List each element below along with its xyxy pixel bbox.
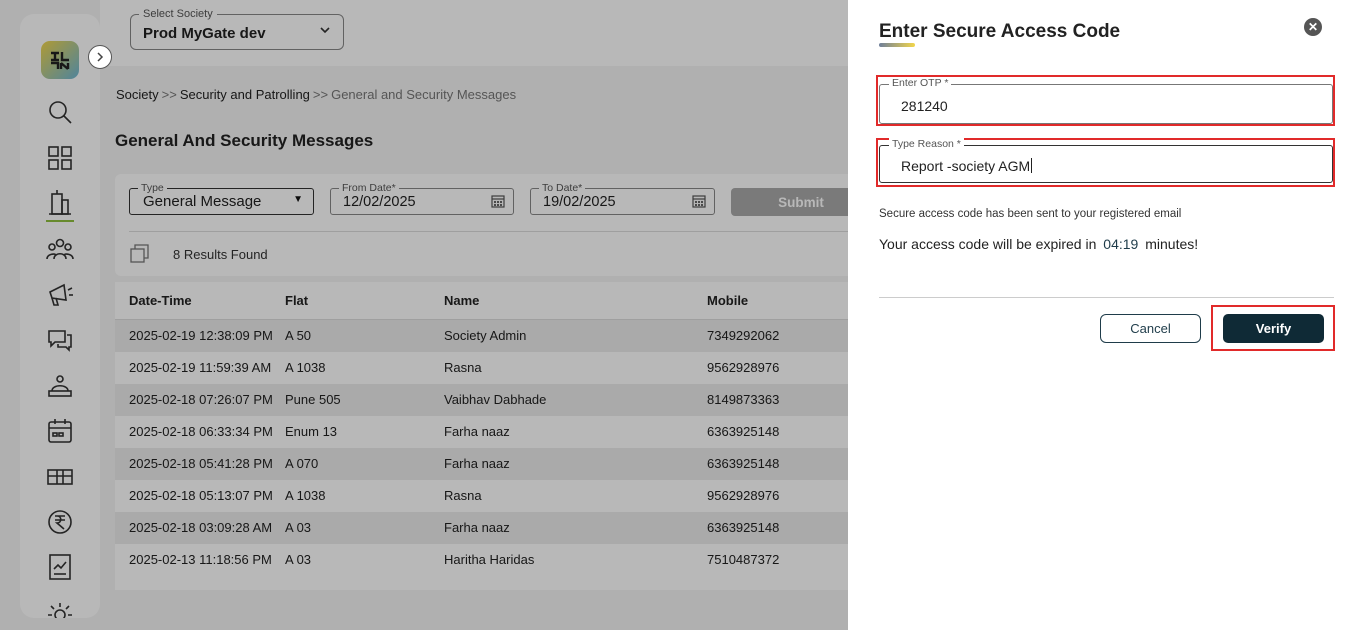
cancel-button[interactable]: Cancel xyxy=(1100,314,1201,343)
otp-label: Enter OTP * xyxy=(889,77,952,89)
timer-value: 04:19 xyxy=(1103,236,1139,252)
email-sent-info: Secure access code has been sent to your… xyxy=(879,208,1182,220)
sidebar-collapse-button[interactable] xyxy=(88,45,112,69)
close-icon[interactable]: ✕ xyxy=(1304,18,1322,36)
otp-input[interactable]: Enter OTP * 281240 xyxy=(879,77,1333,124)
reason-value-wrap: Report -society AGM xyxy=(901,158,1033,174)
secure-access-drawer: Enter Secure Access Code ✕ Enter OTP * 2… xyxy=(848,0,1366,630)
reason-value: Report -society AGM xyxy=(901,158,1031,174)
reason-input[interactable]: Type Reason * Report -society AGM xyxy=(879,138,1333,183)
verify-button[interactable]: Verify xyxy=(1223,314,1324,343)
timer-prefix: Your access code will be expired in xyxy=(879,236,1097,252)
expiry-timer-text: Your access code will be expired in 04:1… xyxy=(879,236,1198,252)
chevron-right-icon xyxy=(97,52,104,62)
otp-value: 281240 xyxy=(901,98,948,114)
drawer-title: Enter Secure Access Code xyxy=(879,21,1121,42)
title-underline xyxy=(879,43,915,47)
modal-backdrop[interactable] xyxy=(0,0,848,630)
drawer-divider xyxy=(879,297,1334,298)
timer-suffix: minutes! xyxy=(1145,236,1199,252)
reason-label: Type Reason * xyxy=(889,138,964,150)
text-caret xyxy=(1031,158,1033,173)
